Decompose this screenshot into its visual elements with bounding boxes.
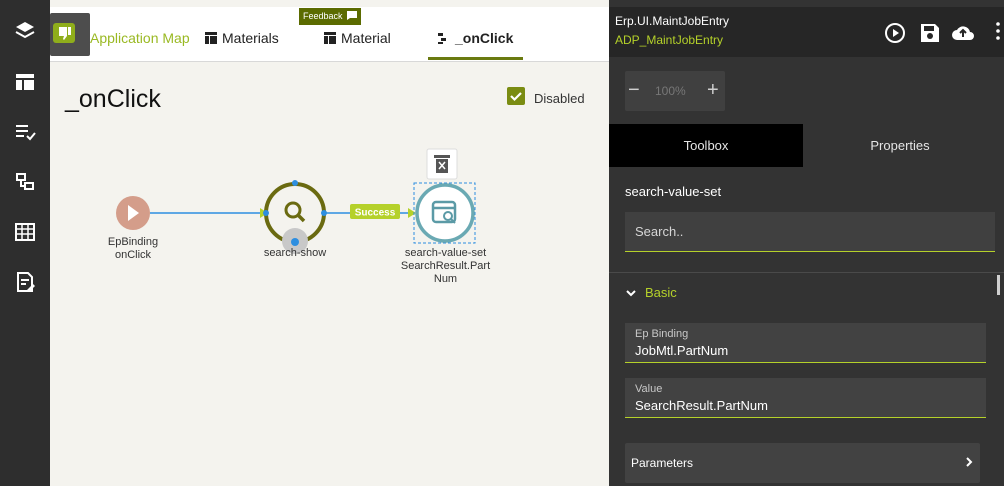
feedback-float-button[interactable]	[50, 13, 90, 56]
page-title: _onClick	[65, 85, 161, 113]
designer-canvas: Feedback Application Map Materials Mater…	[50, 0, 609, 486]
event-icon	[438, 33, 446, 44]
more-menu-icon[interactable]	[996, 21, 1000, 41]
start-node-label: EpBinding onClick	[107, 236, 159, 261]
layers-icon[interactable]	[13, 19, 37, 43]
value-field[interactable]: Value SearchResult.PartNum	[625, 378, 986, 418]
panel-header: Erp.UI.MaintJobEntry ADP_MaintJobEntry	[609, 7, 1004, 57]
search-input[interactable]	[625, 212, 995, 252]
disabled-label: Disabled	[534, 91, 585, 106]
components-icon[interactable]	[13, 170, 37, 194]
port-left[interactable]	[263, 210, 269, 216]
checklist-icon[interactable]	[13, 120, 37, 144]
search-value-set-label: search-value-set SearchResult.PartNum	[400, 247, 491, 285]
port-bottom[interactable]	[291, 238, 299, 246]
search-show-label: search-show	[263, 247, 327, 259]
tab-bar: Feedback Application Map Materials Mater…	[50, 7, 609, 62]
tab-materials[interactable]: Materials	[205, 30, 279, 60]
panel-tabs: Toolbox Properties	[609, 124, 1004, 167]
grid-icon	[205, 32, 217, 44]
save-icon[interactable]	[918, 21, 942, 45]
zoom-value: 100%	[655, 84, 686, 98]
disabled-checkbox[interactable]	[507, 87, 525, 105]
app-name: Erp.UI.MaintJobEntry	[615, 14, 730, 28]
tab-onclick[interactable]: _onClick	[428, 30, 524, 60]
layout-icon[interactable]	[13, 70, 37, 94]
left-rail	[0, 0, 50, 486]
comment-icon	[346, 11, 357, 20]
chevron-down-icon	[626, 289, 636, 296]
zoom-in-button[interactable]: +	[707, 79, 719, 102]
grid-icon	[324, 32, 336, 44]
feedback-tag[interactable]: Feedback	[299, 8, 361, 25]
zoom-control: − 100% +	[625, 71, 725, 111]
parameters-row[interactable]: Parameters	[625, 443, 980, 483]
ep-binding-field[interactable]: Ep Binding JobMtl.PartNum	[625, 323, 986, 363]
port-right[interactable]	[321, 210, 327, 216]
edit-document-icon[interactable]	[13, 270, 37, 294]
table-icon[interactable]	[13, 220, 37, 244]
tab-material[interactable]: Material	[324, 30, 391, 60]
chevron-right-icon	[966, 457, 973, 467]
port-top[interactable]	[292, 180, 298, 186]
widget-title: search-value-set	[625, 184, 722, 199]
play-circle-icon[interactable]	[883, 21, 907, 45]
zoom-out-button[interactable]: −	[628, 79, 640, 102]
edge-label-success: Success	[355, 208, 396, 219]
section-divider	[609, 272, 1004, 273]
section-basic[interactable]: Basic	[625, 285, 677, 300]
tab-toolbox[interactable]: Toolbox	[609, 124, 803, 167]
tab-properties[interactable]: Properties	[803, 124, 997, 167]
properties-panel: Erp.UI.MaintJobEntry ADP_MaintJobEntry −…	[609, 0, 1004, 486]
edge-arrow-2	[408, 208, 416, 218]
app-sub: ADP_MaintJobEntry	[615, 33, 724, 47]
check-icon	[510, 92, 522, 102]
thumbs-down-icon	[53, 23, 75, 43]
cloud-upload-icon[interactable]	[951, 21, 975, 45]
panel-scrollbar[interactable]	[997, 275, 1000, 295]
flow-diagram: Success	[116, 148, 476, 254]
tab-application-map[interactable]: Application Map	[90, 30, 190, 60]
